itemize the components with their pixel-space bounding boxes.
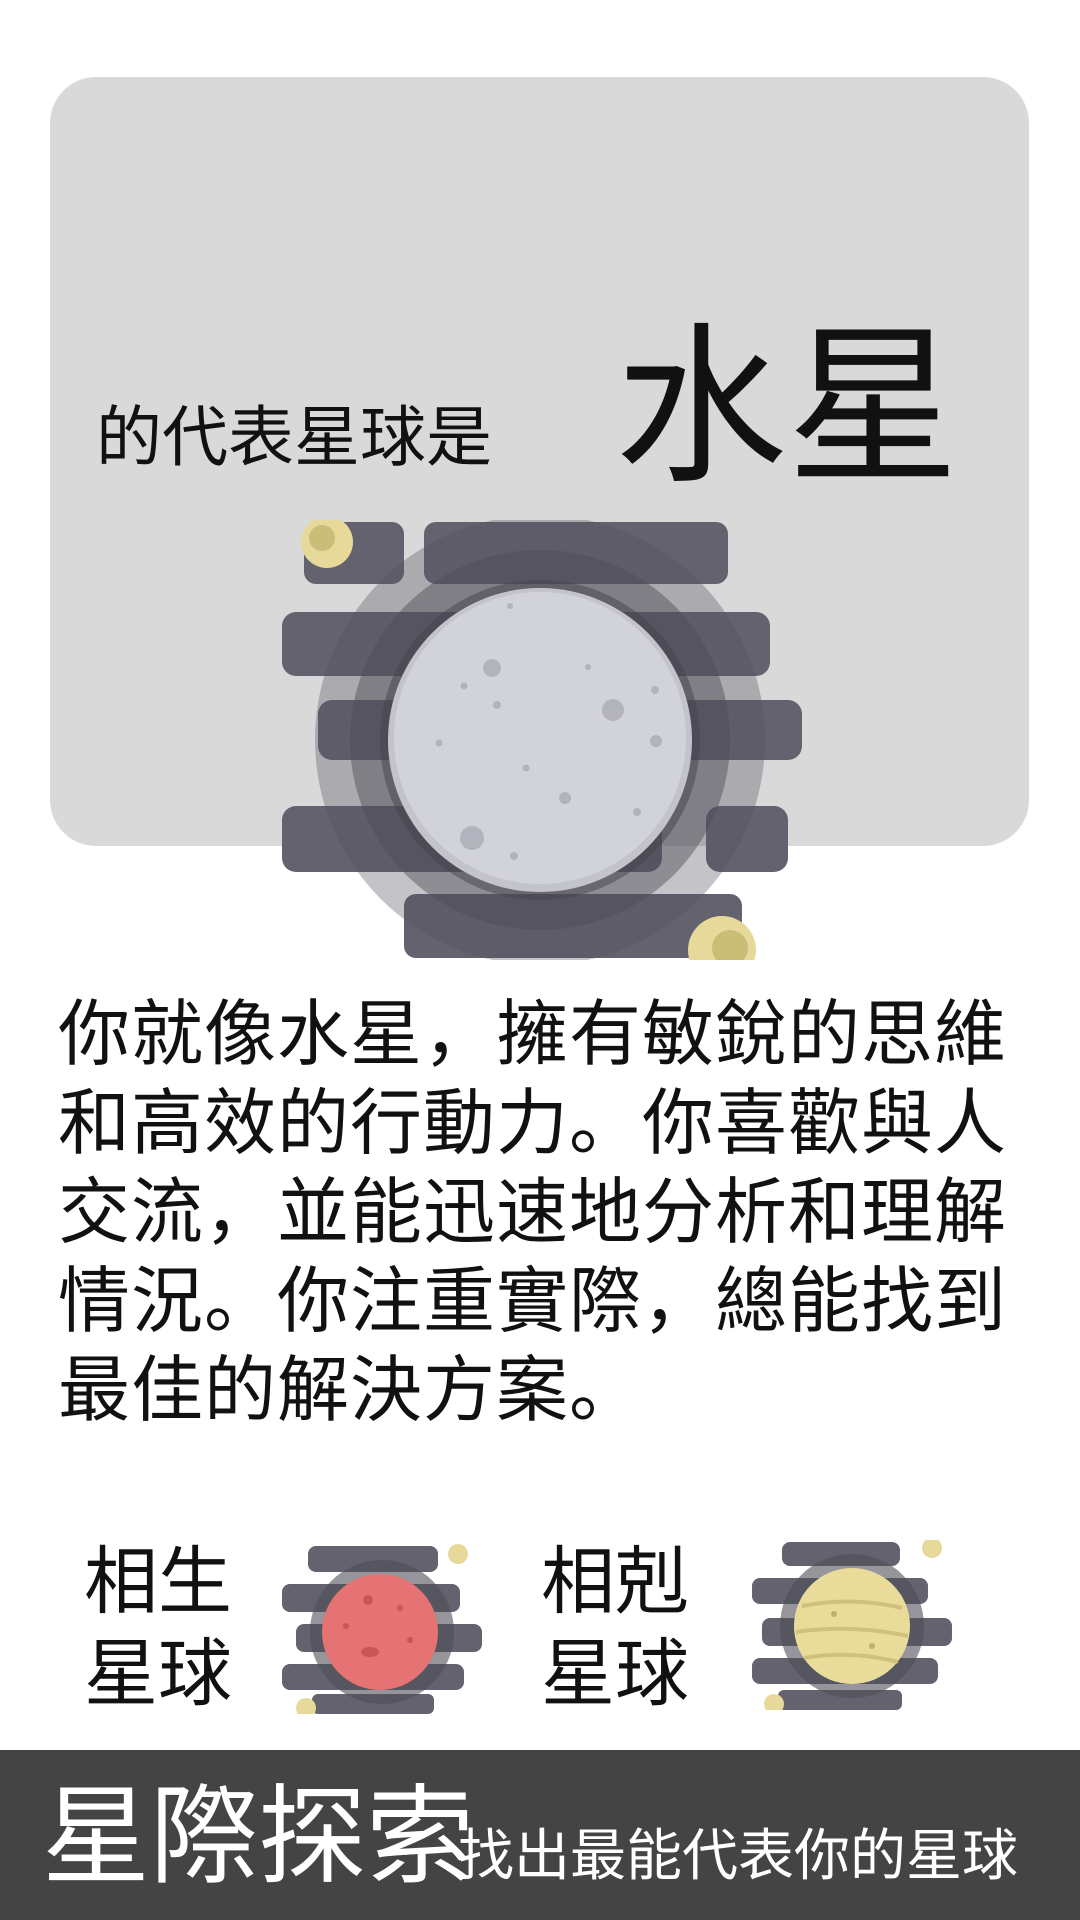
compatible-planet-label: 相生 星球 [84, 1536, 244, 1720]
result-subtitle: 的代表星球是 [96, 399, 492, 476]
mercury-icon [282, 520, 802, 960]
compatible-label-line1: 相生 [84, 1539, 232, 1625]
result-description: 你就像水星，擁有敏銳的思維和高效的行動力。你喜歡與人交流，並能迅速地分析和理解情… [58, 992, 1008, 1432]
mars-icon [282, 1544, 482, 1714]
brand-tagline: 找出最能代表你的星球 [458, 1824, 1018, 1889]
compatible-label-line2: 星球 [84, 1631, 232, 1717]
incompatible-label-line1: 相剋 [541, 1539, 689, 1625]
venus-icon [752, 1540, 952, 1710]
incompatible-label-line2: 星球 [541, 1631, 689, 1717]
planet-name: 水星 [615, 307, 959, 508]
brand-title: 星際探索 [42, 1775, 475, 1900]
incompatible-planet-label: 相剋 星球 [541, 1536, 701, 1720]
